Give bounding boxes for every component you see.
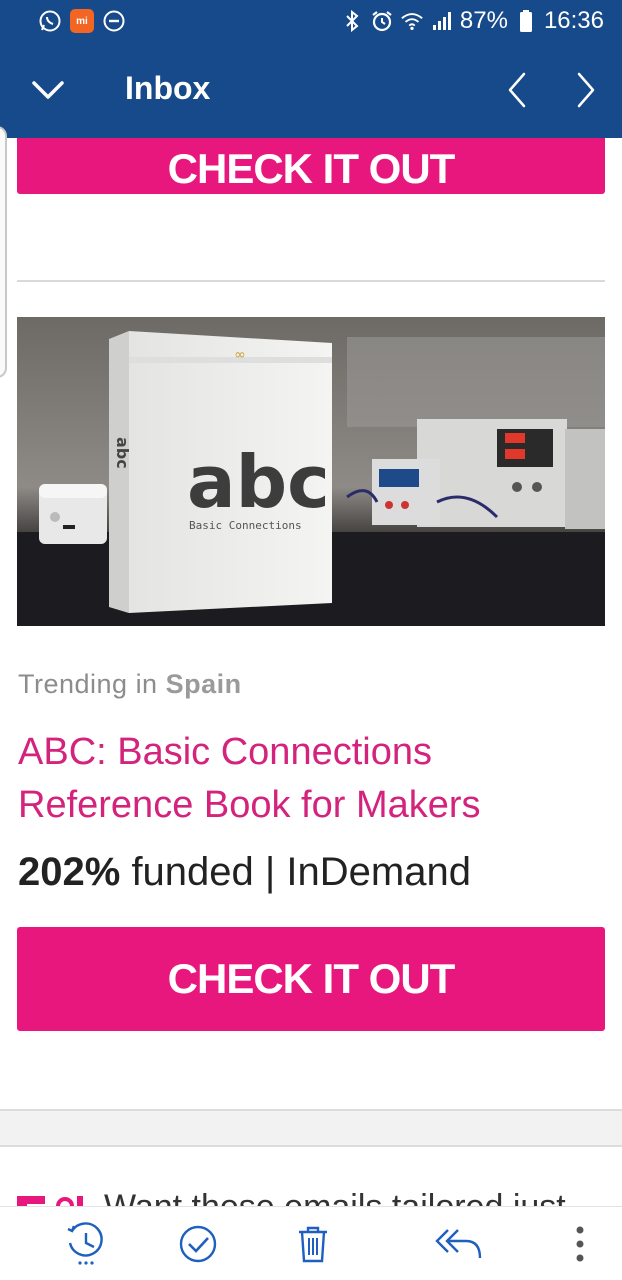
scroll-handle[interactable]	[0, 126, 7, 378]
product-title-link[interactable]: ABC: Basic Connections Reference Book fo…	[18, 726, 608, 832]
bluetooth-icon	[340, 9, 364, 33]
app-header: Inbox	[0, 42, 622, 138]
collapse-button[interactable]	[18, 60, 78, 120]
more-options-button[interactable]	[555, 1219, 605, 1269]
battery-percent: 87%	[459, 7, 508, 34]
clock: 16:36	[543, 7, 604, 34]
svg-text:∞: ∞	[234, 347, 246, 363]
check-it-out-button-top[interactable]: CHECK IT OUT	[17, 138, 605, 194]
chevron-left-icon	[508, 72, 526, 108]
snooze-button[interactable]	[61, 1219, 111, 1269]
more-options-icon	[576, 1226, 584, 1262]
bottom-toolbar	[0, 1206, 622, 1280]
funded-suffix: funded | InDemand	[131, 850, 471, 894]
mark-done-button[interactable]	[173, 1219, 223, 1269]
trending-location: Spain	[165, 669, 242, 699]
cta-main-label: CHECK IT OUT	[167, 955, 456, 1002]
mi-app-icon: mi	[70, 9, 94, 33]
delete-icon	[299, 1226, 327, 1263]
trending-prefix: Trending in	[18, 669, 158, 699]
funded-percent: 202%	[18, 850, 121, 894]
status-bar: mi 87% 16:36	[0, 0, 622, 42]
page-title: Inbox	[125, 70, 211, 106]
reply-all-icon	[435, 1229, 482, 1259]
chevron-right-icon	[577, 72, 595, 108]
product-image[interactable]: ∞ abc Basic Connections abc	[17, 317, 605, 626]
status-right-icons: 87% 16:36	[340, 7, 604, 35]
funding-status: 202% funded | InDemand	[18, 850, 471, 895]
trending-label: Trending in Spain	[18, 669, 242, 700]
divider	[17, 280, 605, 282]
section-separator	[0, 1109, 622, 1147]
alarm-icon	[370, 9, 394, 33]
signal-icon	[430, 9, 454, 33]
delete-button[interactable]	[288, 1219, 338, 1269]
chevron-down-icon	[32, 81, 64, 99]
next-email-button[interactable]	[556, 60, 616, 120]
box-subtitle: Basic Connections	[189, 519, 302, 532]
footer-text: Want these emails tailored just	[104, 1188, 566, 1206]
box-spine-text: abc	[113, 437, 132, 469]
status-left-icons: mi	[38, 9, 126, 33]
reply-all-button[interactable]	[434, 1219, 484, 1269]
battery-icon	[514, 9, 538, 33]
previous-email-button[interactable]	[487, 60, 547, 120]
email-body[interactable]: CHECK IT OUT ∞ abc Basic Connections abc…	[0, 138, 622, 1206]
mark-done-icon	[179, 1225, 217, 1263]
do-not-disturb-icon	[102, 9, 126, 33]
brand-logo-icon	[17, 1196, 89, 1206]
whatsapp-icon	[38, 9, 62, 33]
snooze-icon	[67, 1222, 103, 1265]
box-big-text: abc	[187, 440, 330, 524]
check-it-out-button[interactable]: CHECK IT OUT	[17, 927, 605, 1031]
cta-top-label: CHECK IT OUT	[167, 145, 456, 192]
wifi-icon	[400, 9, 424, 33]
